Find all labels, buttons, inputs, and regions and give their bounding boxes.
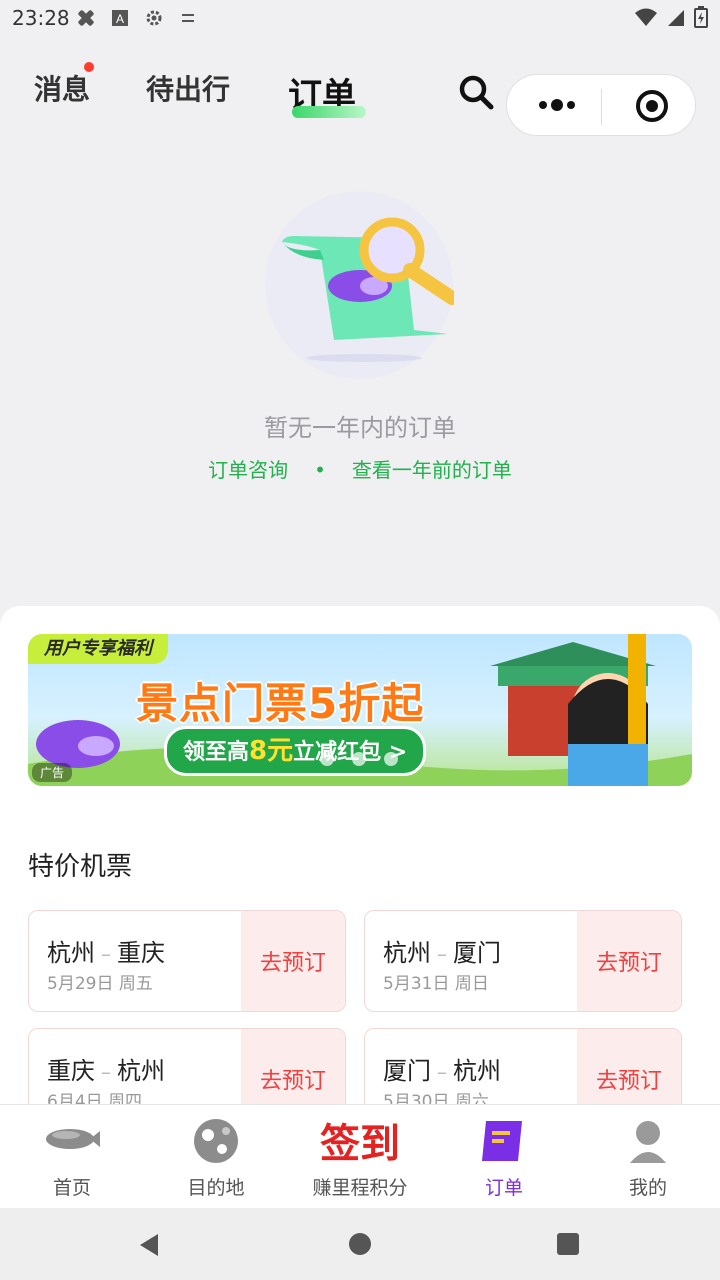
- flight-date: 5月29日 周五: [47, 974, 153, 994]
- bottom-tab-label: 我的: [628, 1177, 667, 1199]
- flight-route: 杭州 – 厦门: [383, 933, 501, 968]
- carousel-dot: [320, 752, 334, 766]
- bottom-tab-bar: 首页 目的地 签到 赚里程积分 订单 我的: [0, 1104, 720, 1209]
- signin-badge: 签到: [320, 1120, 400, 1167]
- pill-amount: 8元: [249, 736, 294, 766]
- a-box-icon: A: [110, 8, 130, 28]
- flight-from: 杭州: [47, 939, 95, 967]
- book-button[interactable]: 去预订: [577, 1029, 681, 1106]
- content-card: 用户专享福利 景点门票5折起 领至高8元立减红包 > 广告 特价机票 杭州 – 重庆…: [0, 606, 720, 1106]
- section-title: 特价机票: [28, 852, 133, 882]
- status-time: 23:28: [12, 6, 70, 30]
- user-avatar-icon: [620, 1117, 676, 1165]
- miniprogram-capsule: [506, 74, 696, 136]
- flight-card[interactable]: 杭州 – 重庆 5月29日 周五 去预订: [28, 910, 346, 1012]
- back-triangle-icon[interactable]: [136, 1232, 162, 1262]
- bottom-tab-home[interactable]: 首页: [0, 1105, 144, 1209]
- flight-from: 杭州: [383, 939, 431, 967]
- link-separator: •: [314, 458, 326, 482]
- bottom-tab-destination[interactable]: 目的地: [144, 1105, 288, 1209]
- active-tab-indicator: [292, 106, 366, 118]
- recents-square-icon[interactable]: [556, 1232, 580, 1260]
- banner-coupon-pill[interactable]: 领至高8元立减红包 >: [164, 726, 427, 776]
- home-blimp-icon: [44, 1117, 100, 1165]
- unread-dot: [84, 62, 94, 72]
- flight-to: 重庆: [117, 939, 165, 967]
- flight-from: 重庆: [47, 1057, 95, 1085]
- settings-gear-icon: [144, 8, 164, 28]
- close-target-icon[interactable]: [635, 89, 669, 123]
- flight-card[interactable]: 杭州 – 厦门 5月31日 周日 去预订: [364, 910, 682, 1012]
- home-circle-icon[interactable]: [348, 1232, 372, 1260]
- bottom-tab-label: 订单: [484, 1177, 523, 1199]
- tab-messages[interactable]: 消息: [34, 68, 90, 108]
- pill-prefix: 领至高: [183, 740, 250, 765]
- flight-to: 杭州: [453, 1057, 501, 1085]
- empty-orders-illustration-icon: [264, 190, 459, 380]
- book-button[interactable]: 去预订: [241, 911, 345, 1011]
- banner-tag: 用户专享福利: [28, 634, 168, 664]
- capsule-divider: [601, 89, 602, 125]
- route-dash: –: [101, 1060, 111, 1084]
- svg-text:A: A: [116, 12, 124, 26]
- empty-title: 暂无一年内的订单: [264, 414, 456, 442]
- system-nav-bar: [0, 1208, 720, 1280]
- empty-links: 订单咨询 • 查看一年前的订单: [0, 454, 720, 483]
- bottom-tab-label: 赚里程积分: [312, 1177, 408, 1199]
- wifi-icon: [634, 7, 658, 31]
- flight-card[interactable]: 厦门 – 杭州 5月30日 周六 去预订: [364, 1028, 682, 1106]
- banner-headline: 景点门票5折起: [136, 679, 425, 728]
- bottom-tab-points[interactable]: 签到 赚里程积分: [288, 1105, 432, 1209]
- flight-to: 厦门: [453, 939, 501, 967]
- flight-route: 杭州 – 重庆: [47, 933, 165, 968]
- flight-to: 杭州: [117, 1057, 165, 1085]
- flight-card[interactable]: 重庆 – 杭州 6月4日 周四 去预订: [28, 1028, 346, 1106]
- carousel-dots: [320, 752, 398, 766]
- status-bar: 23:28 A: [0, 0, 720, 36]
- route-dash: –: [437, 942, 447, 966]
- older-orders-link[interactable]: 查看一年前的订单: [352, 454, 512, 483]
- empty-state: 暂无一年内的订单 订单咨询 • 查看一年前的订单: [0, 144, 720, 606]
- flight-from: 厦门: [383, 1057, 431, 1085]
- sliders-icon: [178, 8, 198, 28]
- more-icon[interactable]: [537, 95, 577, 115]
- palette-globe-icon: [188, 1117, 244, 1165]
- ad-label: 广告: [32, 763, 73, 782]
- route-dash: –: [101, 942, 111, 966]
- bottom-tab-label: 目的地: [187, 1177, 245, 1199]
- book-button[interactable]: 去预订: [577, 911, 681, 1011]
- flight-route: 重庆 – 杭州: [47, 1051, 165, 1086]
- carousel-dot: [384, 752, 398, 766]
- battery-icon: [694, 6, 708, 32]
- carousel-dot: [352, 752, 366, 766]
- status-icons: A: [76, 8, 198, 28]
- flight-date: 5月31日 周日: [383, 974, 489, 994]
- route-dash: –: [437, 1060, 447, 1084]
- search-icon[interactable]: [456, 72, 496, 112]
- bottom-tab-label: 首页: [52, 1177, 91, 1199]
- bandage-icon: [76, 8, 96, 28]
- status-right: [634, 6, 708, 32]
- order-consult-link[interactable]: 订单咨询: [208, 454, 288, 483]
- bottom-tab-orders[interactable]: 订单: [432, 1105, 576, 1209]
- flight-route: 厦门 – 杭州: [383, 1051, 501, 1086]
- bottom-tab-profile[interactable]: 我的: [576, 1105, 720, 1209]
- promo-banner[interactable]: 用户专享福利 景点门票5折起 领至高8元立减红包 > 广告: [28, 634, 692, 786]
- signal-icon: [666, 7, 686, 31]
- book-button[interactable]: 去预订: [241, 1029, 345, 1106]
- tab-upcoming[interactable]: 待出行: [146, 68, 230, 108]
- orders-book-icon: [476, 1117, 532, 1165]
